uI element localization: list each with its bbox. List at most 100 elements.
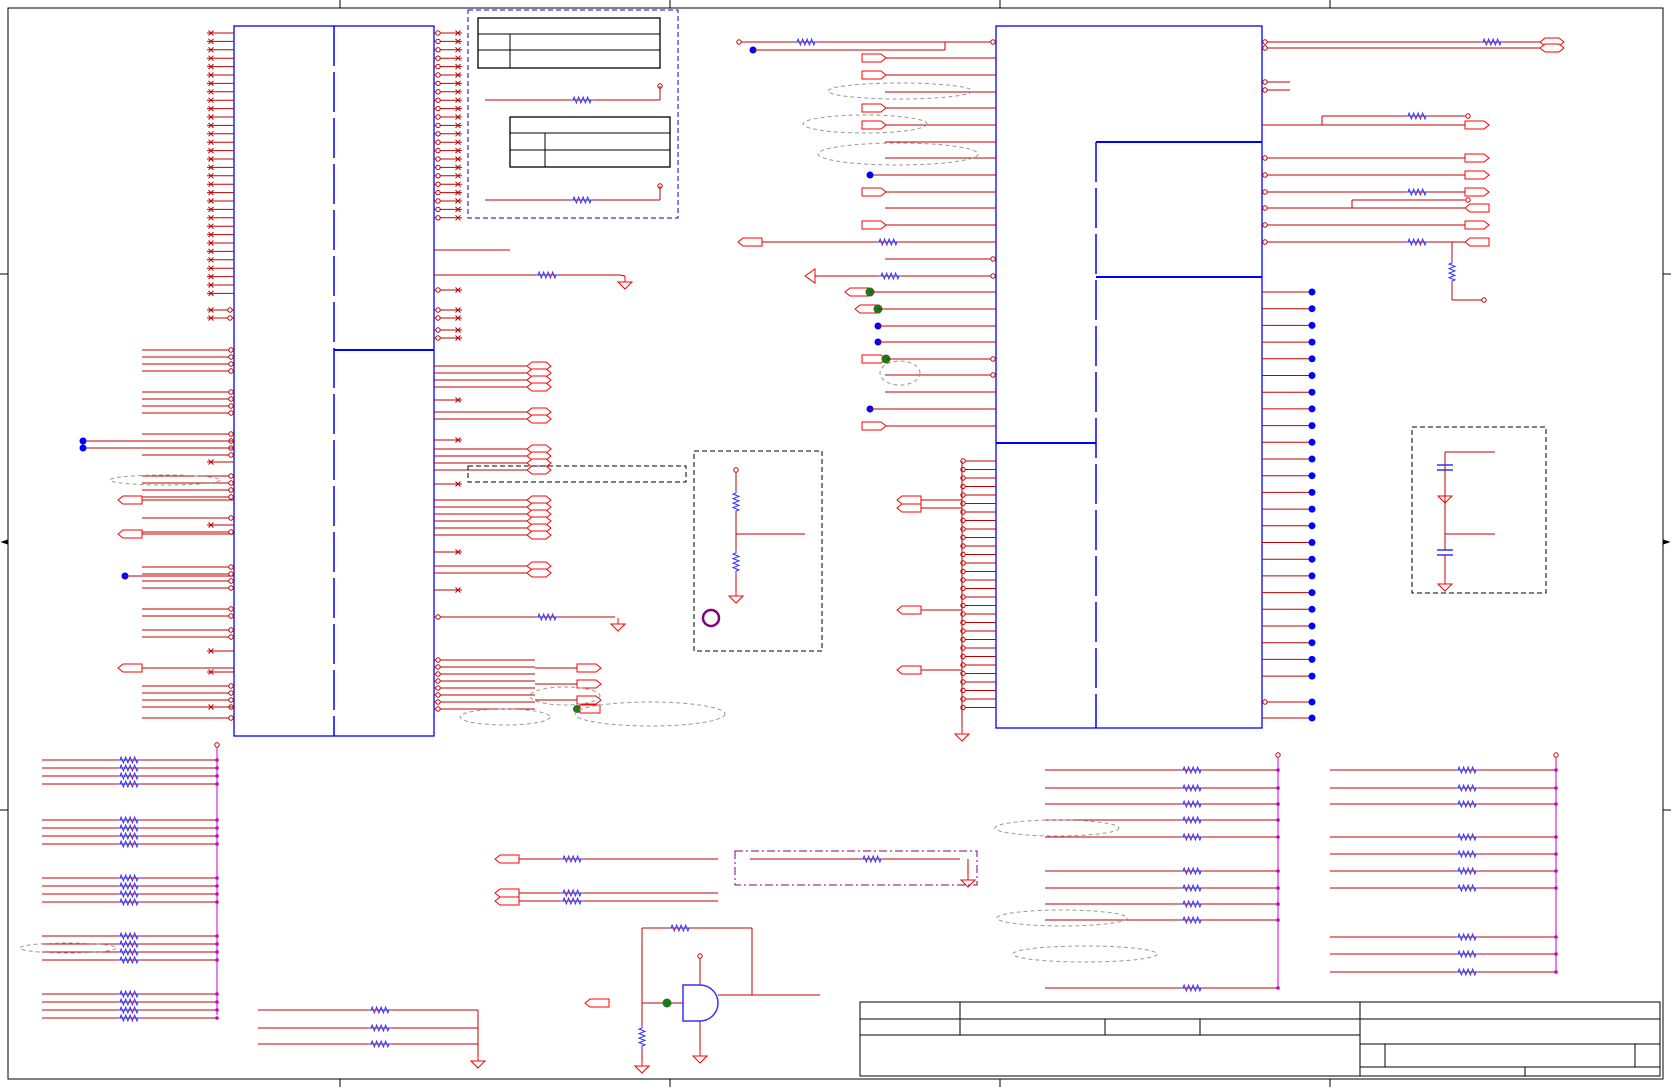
pin-terminal [228,515,234,521]
resistor [731,550,741,574]
junction-dot [1308,405,1316,413]
rail-tap [1554,869,1558,873]
junction-dot [79,444,87,452]
rail-tap [1554,852,1558,856]
pin-terminal [1553,752,1559,758]
pin-terminal [228,473,234,479]
pin-terminal [435,671,441,677]
note-ellipse [994,819,1120,837]
junction-dot [1308,655,1316,663]
pin-terminal [435,131,441,137]
junction-dot [1308,338,1316,346]
pin-terminal [960,679,966,685]
pin-terminal [228,431,234,437]
net-port [804,268,816,284]
net-port [861,120,887,130]
pin-terminal [960,619,966,626]
rail-tap [1276,918,1280,922]
rail-tap [1276,818,1280,822]
pin-terminal [228,634,234,640]
pin-terminal [228,347,234,353]
wire [619,274,626,277]
net-port [861,220,887,230]
schematic-sheet [0,0,1671,1087]
mounting-hole [701,608,721,628]
net-port [1464,203,1490,213]
option-table [509,116,671,168]
junction-dot [1308,605,1316,613]
pin-terminal [960,636,966,643]
component-body [995,25,1263,729]
pin-terminal [1262,222,1268,228]
pin-terminal [228,715,234,721]
pin-terminal [1262,79,1268,85]
net-port [584,998,610,1008]
rail-tap [215,950,219,954]
pin-terminal [1481,297,1487,303]
option-box [734,850,978,886]
title-block [859,1001,1661,1077]
pin-terminal [733,467,739,473]
pin-terminal [435,63,441,70]
pin-terminal [228,585,234,591]
net-port [844,287,870,297]
pin-terminal [435,327,441,333]
pin-terminal [990,273,996,279]
option-block [467,9,679,219]
junction-dot [79,437,87,445]
rail-tap [215,892,219,896]
net-port [896,503,922,513]
junction-dot [1308,505,1316,513]
ground-symbol [691,1050,709,1064]
pin-terminal [228,613,234,619]
pin-terminal [435,215,441,221]
pin-terminal [1465,197,1471,203]
pin-terminal [435,173,441,179]
pin-terminal [228,403,234,409]
pin-terminal [960,653,966,660]
pin-terminal [228,368,234,374]
pin-terminal [960,543,966,549]
pin-terminal [435,706,441,712]
pin-terminal [228,361,234,367]
rail-tap [1276,835,1280,839]
junction-dot [1308,355,1316,363]
pin-terminal [214,742,220,748]
net-port [494,854,520,864]
note-ellipse [1012,945,1158,963]
pin-terminal [960,568,966,575]
pin-terminal [960,594,966,600]
net-port [1464,153,1490,163]
net-port [1464,237,1490,247]
pin-terminal [960,509,966,515]
pin-terminal [228,396,234,402]
net-port [117,529,143,539]
pin-terminal [435,30,441,36]
pin-terminal [435,147,441,154]
net-port [861,421,887,431]
net-port [526,382,552,392]
pin-terminal [435,80,441,87]
pin-terminal [435,699,441,705]
note-ellipse [817,142,979,166]
junction-dot [1308,438,1316,446]
pin-terminal [1262,39,1268,45]
pin-terminal [435,198,441,204]
pin-terminal [227,315,233,321]
rail-tap [215,958,219,962]
net-port [494,896,520,906]
net-port [576,663,602,673]
pin-terminal [435,47,441,53]
pin-terminal [960,517,966,524]
rail-tap [215,842,219,846]
pin-terminal [697,953,703,959]
rail-tap [1276,869,1280,873]
net-port [1464,170,1490,180]
sheet-frame [0,0,1671,1087]
pin-terminal [228,487,234,493]
rail-tap [215,884,219,888]
pin-terminal [228,389,234,395]
pin-terminal [960,526,966,532]
rail-tap [215,818,219,822]
net-port [526,465,552,475]
